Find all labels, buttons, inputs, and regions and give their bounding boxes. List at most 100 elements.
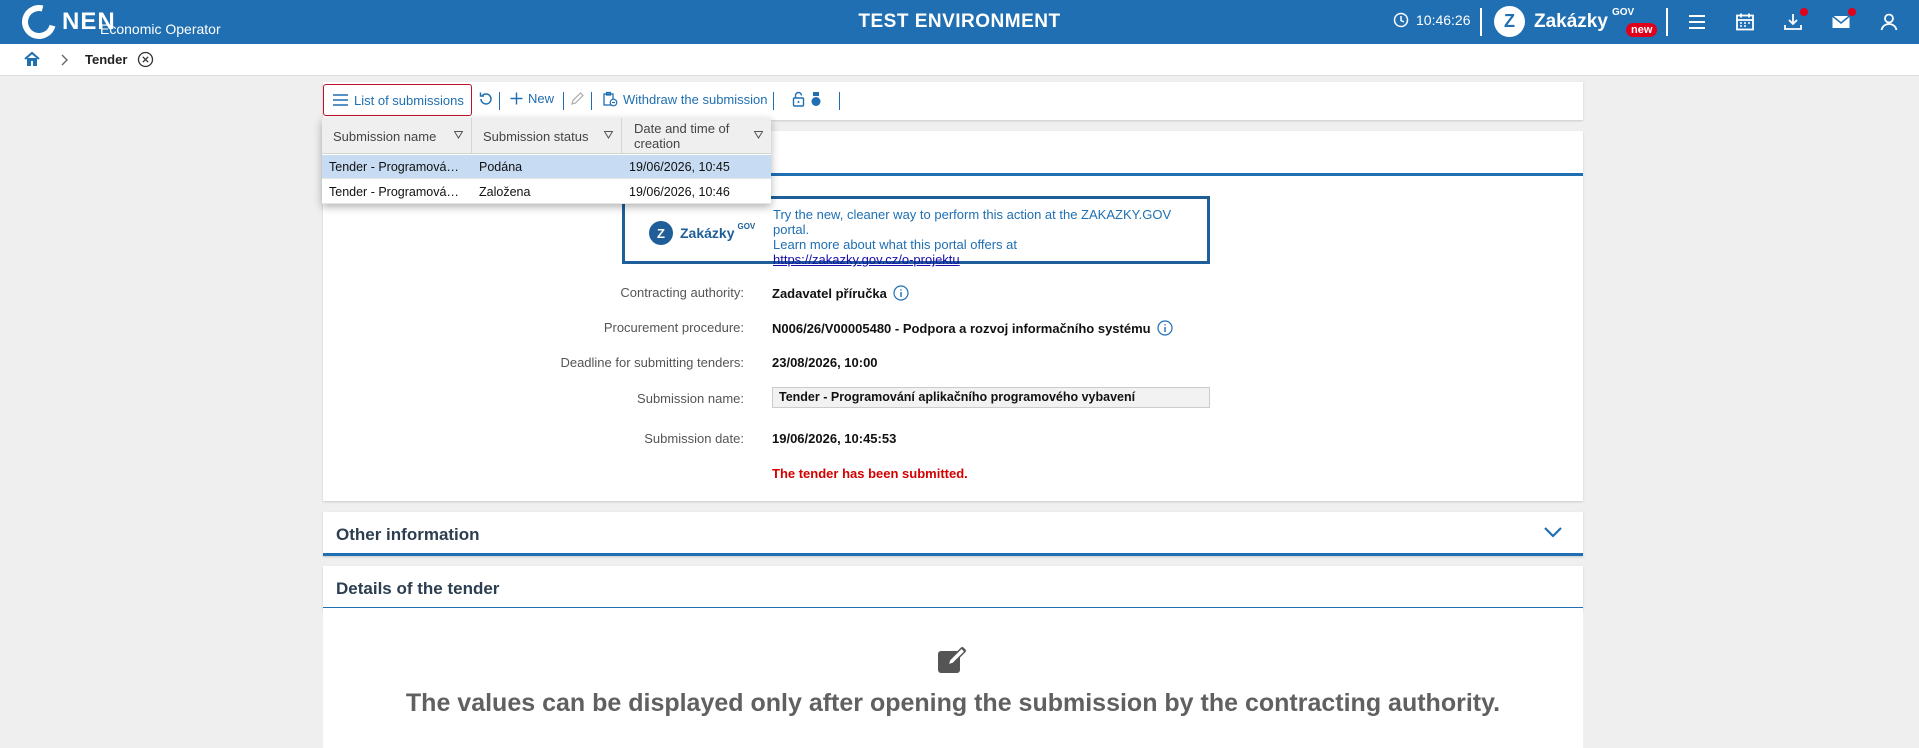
zakazky-logo-icon: Z [649,221,673,245]
section-line [323,553,1583,556]
submission-row[interactable]: Tender - Programování aplikačního progra… [322,180,771,204]
menu-icon[interactable] [1686,11,1708,33]
column-header-submission-status[interactable]: Submission status [472,118,622,154]
details-unavailable-message: The values can be displayed only after o… [405,689,1501,717]
submission-name-cell: Tender - Programování aplikačního progra… [329,185,463,199]
zakazky-name: Zakázky [1534,10,1608,32]
new-button[interactable]: New [510,91,554,106]
edit-button[interactable] [570,91,590,106]
submission-date-value: 19/06/2026, 10:45:53 [772,431,897,446]
zakazky-promo-logo[interactable]: Z Zakázky GOV [649,221,755,245]
top-bar: NEN Economic Operator TEST ENVIRONMENT 1… [0,0,1919,46]
procurement-procedure-value: N006/26/V00005480 - Podpora a rozvoj inf… [772,320,1173,336]
field-label: Deadline for submitting tenders: [560,355,744,370]
promo-logo-name: Zakázky [680,225,735,241]
field-value: N006/26/V00005480 - Podpora a rozvoj inf… [772,320,1151,336]
mail-icon[interactable] [1830,8,1856,33]
home-icon[interactable] [23,50,41,73]
creation-date-cell: 19/06/2026, 10:45 [629,160,730,174]
toolbar-divider [563,92,564,110]
notification-dot [1800,8,1808,16]
list-icon [333,94,348,106]
zakazky-promo-box: Z Zakázky GOV Try the new, cleaner way t… [622,196,1210,267]
submission-name-field[interactable]: Tender - Programování aplikačního progra… [772,387,1210,408]
toolbar-divider [773,92,774,110]
refresh-button[interactable] [478,91,499,107]
submission-status-cell: Založena [479,185,531,199]
list-of-submissions-label: List of submissions [354,92,464,108]
signature-button[interactable] [810,91,827,107]
details-of-tender-section: Details of the tender [323,566,1583,610]
refresh-icon [479,92,492,105]
header-divider [1666,8,1668,36]
section-title: Other information [336,525,480,544]
section-title: Details of the tender [336,579,500,598]
column-header-submission-name[interactable]: Submission name [322,118,472,154]
withdraw-icon [603,91,618,107]
column-header-creation-date[interactable]: Date and time of creation [622,118,771,154]
contracting-authority-row: Contracting authority: Zadavatel příručk… [323,283,1583,303]
submissions-dropdown: Submission name Submission status Date a… [322,118,771,204]
logo-subtitle: Economic Operator [100,21,221,37]
seal-icon [811,92,821,106]
close-tab-icon[interactable] [137,51,154,73]
notification-dot [1848,8,1856,16]
submission-name-cell: Tender - Programování aplikačního progra… [329,160,463,174]
calendar-icon[interactable] [1734,11,1756,33]
promo-logo-gov: GOV [737,221,756,231]
new-label: New [528,91,555,106]
user-icon[interactable] [1878,11,1900,33]
nen-logo-icon [15,0,63,46]
plus-icon [510,92,523,105]
breadcrumb: Tender [0,44,1919,76]
filter-icon[interactable] [454,131,463,139]
column-label: Date and time of creation [634,121,730,151]
details-body: The values can be displayed only after o… [323,608,1583,748]
procurement-procedure-row: Procurement procedure: N006/26/V00005480… [323,318,1583,338]
info-icon[interactable] [1156,320,1173,336]
toolbar-divider [839,92,840,110]
filter-icon[interactable] [604,131,613,139]
promo-line-1: Try the new, cleaner way to perform this… [773,207,1172,237]
submission-status-cell: Podána [479,160,523,174]
contracting-authority-value: Zadavatel příručka [772,285,909,301]
submission-date-row: Submission date: 19/06/2026, 10:45:53 [323,429,1583,449]
new-badge: new [1626,23,1658,37]
list-of-submissions-button[interactable]: List of submissions [323,84,472,116]
header-divider [1480,8,1482,36]
toolbar: List of submissions New Withdraw the sub… [323,82,1583,120]
field-label: Submission name: [637,391,744,406]
withdraw-label: Withdraw the submission [623,91,768,107]
info-icon[interactable] [893,285,909,301]
submission-row[interactable]: Tender - Programování aplikačního progra… [322,155,771,179]
field-label: Contracting authority: [620,285,744,300]
field-label: Procurement procedure: [603,320,744,335]
column-label: Submission status [483,128,589,144]
submission-name-row: Submission name: Tender - Programování a… [323,387,1583,409]
deadline-value: 23/08/2026, 10:00 [772,355,878,370]
creation-date-cell: 19/06/2026, 10:46 [629,185,730,199]
deadline-row: Deadline for submitting tenders: 23/08/2… [323,353,1583,373]
other-information-section[interactable]: Other information [323,512,1583,556]
promo-line-2: Learn more about what this portal offers… [773,237,1018,252]
clock-time: 10:46:26 [1416,12,1471,28]
promo-link[interactable]: https://zakazky.gov.cz/o-projektu [773,252,1207,267]
zakazky-gov: GOV [1611,7,1635,18]
promo-text: Try the new, cleaner way to perform this… [773,207,1207,267]
pencil-icon [571,92,584,105]
breadcrumb-current[interactable]: Tender [85,52,127,67]
chevron-right-icon [60,53,70,72]
filter-icon[interactable] [754,131,763,139]
zakazky-portal-link[interactable]: Z Zakázky GOV new [1494,6,1658,37]
toolbar-divider [499,92,500,110]
withdraw-submission-button[interactable]: Withdraw the submission [602,91,768,107]
field-value: Zadavatel příručka [772,285,887,301]
field-label: Submission date: [644,431,744,446]
unlock-icon [792,91,805,107]
toolbar-divider [591,92,592,110]
download-icon[interactable] [1782,8,1808,33]
unlock-button[interactable] [792,91,810,107]
submitted-status-message: The tender has been submitted. [772,466,968,481]
chevron-down-icon[interactable] [1543,525,1563,544]
edit-icon [936,645,968,682]
